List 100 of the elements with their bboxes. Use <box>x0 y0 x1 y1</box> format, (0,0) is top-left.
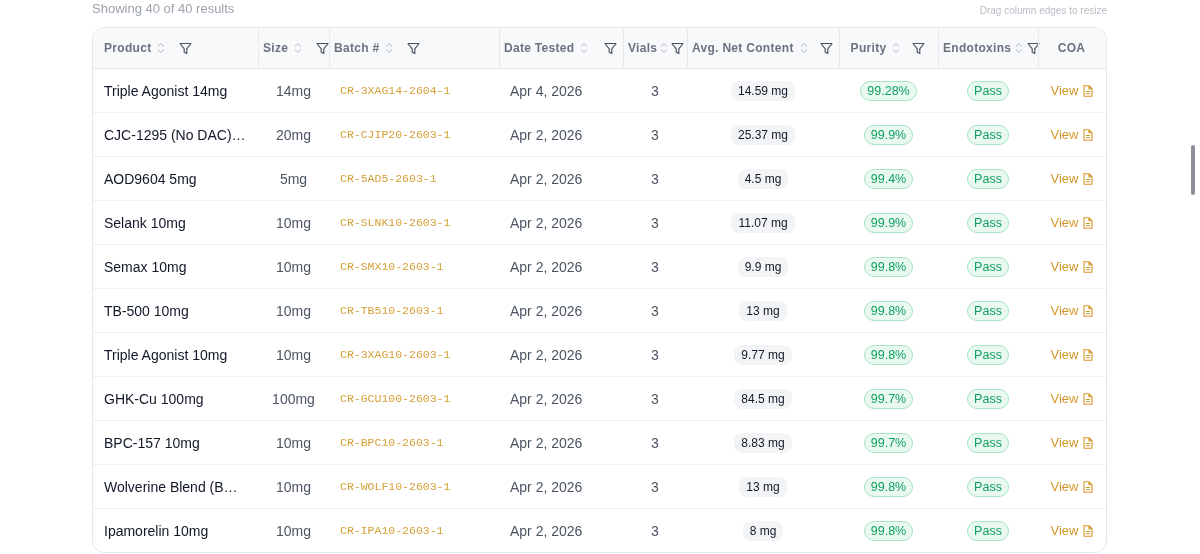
product-name: TB-500 10mg <box>104 302 189 319</box>
column-header[interactable]: Vials <box>628 41 658 55</box>
document-icon <box>1083 172 1094 185</box>
content-chip: 9.77 mg <box>734 344 792 365</box>
filter-icon[interactable] <box>820 41 833 55</box>
status-badge: Pass <box>967 256 1009 277</box>
sort-icon[interactable] <box>385 42 394 54</box>
batch-number: CR-WOLF10-2603-1 <box>340 480 451 493</box>
status-badge: Pass <box>967 168 1009 189</box>
view-link[interactable]: View <box>1050 391 1094 406</box>
table-cell: Apr 2, 2026 <box>510 434 583 451</box>
table-cell: Apr 2, 2026 <box>510 346 583 363</box>
view-link[interactable]: View <box>1050 83 1094 98</box>
document-icon <box>1083 392 1094 405</box>
table-cell: 10mg <box>276 346 311 363</box>
table-cell: 20mg <box>276 126 311 143</box>
column-header[interactable]: Avg. Net Content <box>692 41 794 55</box>
status-badge: Pass <box>967 124 1009 145</box>
column-header[interactable]: Purity <box>850 41 887 55</box>
batch-number: CR-SMX10-2603-1 <box>340 260 444 273</box>
table-cell: 3 <box>651 478 659 495</box>
table-cell: 3 <box>651 302 659 319</box>
column-header[interactable]: Endotoxins <box>943 41 1012 55</box>
table-cell: Apr 2, 2026 <box>510 214 583 231</box>
document-icon <box>1083 348 1094 361</box>
filter-icon[interactable] <box>1027 41 1041 55</box>
column-header[interactable]: Batch # <box>334 41 380 55</box>
product-name: BPC-157 10mg <box>104 434 200 451</box>
status-badge: Pass <box>967 80 1009 101</box>
purity-badge: 99.8% <box>863 256 914 277</box>
view-link[interactable]: View <box>1050 523 1094 538</box>
product-name: CJC-1295 (No DAC)… <box>104 126 246 143</box>
filter-icon[interactable] <box>912 41 926 55</box>
table-cell: 3 <box>651 346 659 363</box>
view-link[interactable]: View <box>1050 303 1094 318</box>
batch-number: CR-IPA10-2603-1 <box>340 524 444 537</box>
table-cell: 3 <box>651 126 659 143</box>
column-header[interactable]: COA <box>1057 41 1086 55</box>
results-count: Showing 40 of 40 results <box>92 1 235 16</box>
status-badge: Pass <box>967 432 1009 453</box>
status-badge: Pass <box>967 476 1009 497</box>
column-header[interactable]: Date Tested <box>504 41 575 55</box>
sort-icon[interactable] <box>892 42 901 54</box>
batch-number: CR-BPC10-2603-1 <box>340 436 444 449</box>
filter-icon[interactable] <box>407 41 421 55</box>
purity-badge: 99.8% <box>863 476 914 497</box>
view-link[interactable]: View <box>1050 259 1094 274</box>
status-badge: Pass <box>967 344 1009 365</box>
content-chip: 8.83 mg <box>734 432 792 453</box>
table-cell: 10mg <box>276 434 311 451</box>
table-cell: 3 <box>651 522 659 539</box>
table-cell: Apr 2, 2026 <box>510 478 583 495</box>
view-link[interactable]: View <box>1050 127 1094 142</box>
product-name: Selank 10mg <box>104 214 186 231</box>
product-name: Wolverine Blend (B… <box>104 478 238 495</box>
table-cell: 3 <box>651 214 659 231</box>
sort-icon[interactable] <box>157 42 166 54</box>
batch-number: CR-GCU100-2603-1 <box>340 392 451 405</box>
document-icon <box>1083 128 1094 141</box>
table-cell: Apr 2, 2026 <box>510 302 583 319</box>
table-cell: 10mg <box>276 258 311 275</box>
sort-icon[interactable] <box>660 42 669 54</box>
content-chip: 14.59 mg <box>730 80 795 101</box>
scrollbar-thumb[interactable] <box>1191 145 1195 195</box>
table-cell: Apr 2, 2026 <box>510 522 583 539</box>
status-badge: Pass <box>967 212 1009 233</box>
filter-icon[interactable] <box>316 41 330 55</box>
batch-number: CR-TB510-2603-1 <box>340 304 444 317</box>
purity-badge: 99.28% <box>860 80 917 101</box>
purity-badge: 99.8% <box>863 520 914 541</box>
column-header[interactable]: Size <box>263 41 289 55</box>
table-cell: 3 <box>651 82 659 99</box>
content-chip: 13 mg <box>739 476 787 497</box>
view-link[interactable]: View <box>1050 435 1094 450</box>
table-cell: Apr 2, 2026 <box>510 126 583 143</box>
purity-badge: 99.8% <box>863 300 914 321</box>
product-name: Triple Agonist 14mg <box>104 82 228 99</box>
content-chip: 84.5 mg <box>734 388 792 409</box>
batch-number: CR-CJIP20-2603-1 <box>340 128 451 141</box>
sort-icon[interactable] <box>294 42 303 54</box>
filter-icon[interactable] <box>179 41 193 55</box>
status-badge: Pass <box>967 300 1009 321</box>
purity-badge: 99.7% <box>863 432 914 453</box>
view-link[interactable]: View <box>1050 215 1094 230</box>
sort-icon[interactable] <box>1015 42 1024 54</box>
purity-badge: 99.9% <box>863 124 914 145</box>
resize-hint: Drag column edges to resize <box>979 5 1107 16</box>
table-cell: Apr 2, 2026 <box>510 170 583 187</box>
batch-number: CR-3XAG10-2603-1 <box>340 348 451 361</box>
view-link[interactable]: View <box>1050 171 1094 186</box>
sort-icon[interactable] <box>580 42 589 54</box>
content-chip: 8 mg <box>742 520 784 541</box>
sort-icon[interactable] <box>799 42 808 54</box>
view-link[interactable]: View <box>1050 479 1094 494</box>
filter-icon[interactable] <box>671 41 685 55</box>
purity-badge: 99.9% <box>863 212 914 233</box>
column-header[interactable]: Product <box>104 41 152 55</box>
view-link[interactable]: View <box>1050 347 1094 362</box>
table-cell: 3 <box>651 390 659 407</box>
filter-icon[interactable] <box>604 41 617 55</box>
